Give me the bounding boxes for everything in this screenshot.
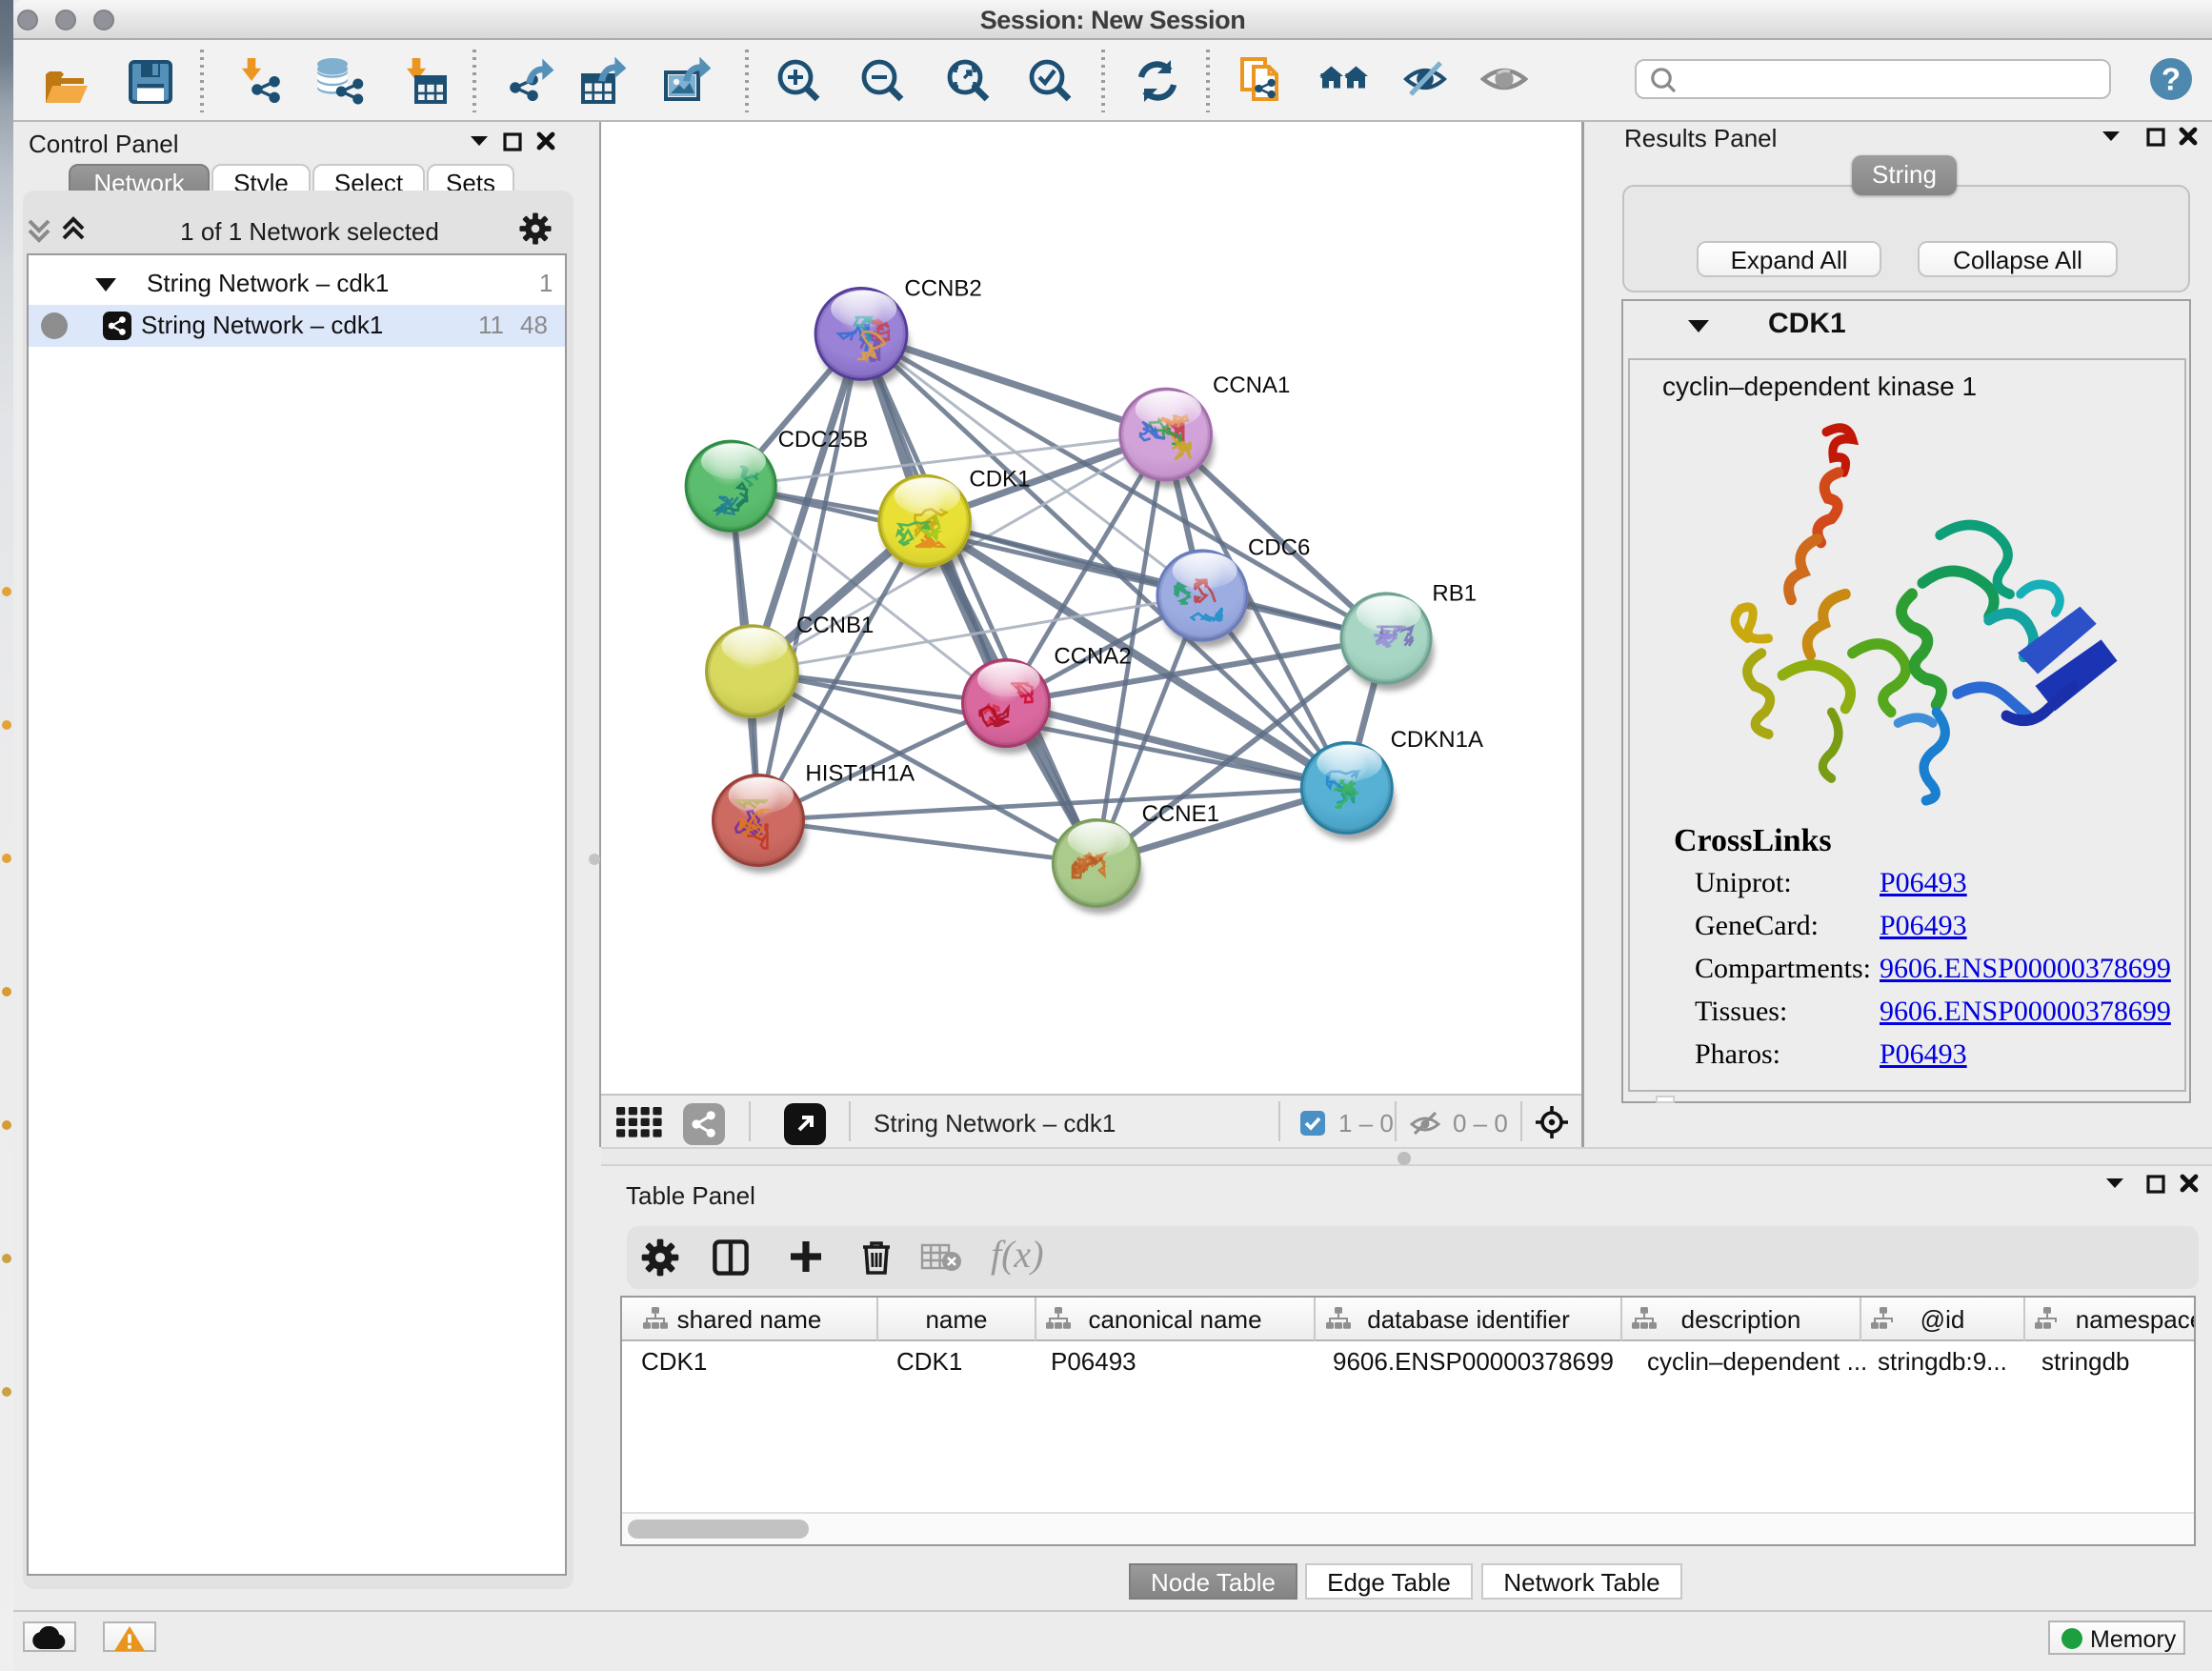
svg-text:CCNB1: CCNB1 [796,613,874,638]
svg-text:CCNA2: CCNA2 [1054,643,1131,669]
svg-text:CDKN1A: CDKN1A [1391,727,1483,753]
svg-text:HIST1H1A: HIST1H1A [805,760,915,786]
svg-text:CCNA1: CCNA1 [1213,372,1290,398]
svg-text:CDC25B: CDC25B [778,427,869,453]
svg-text:CCNE1: CCNE1 [1142,801,1219,827]
svg-text:CDC6: CDC6 [1248,534,1310,560]
svg-text:?: ? [2162,61,2181,96]
svg-text:RB1: RB1 [1432,580,1477,606]
svg-text:CDK1: CDK1 [969,467,1030,493]
svg-text:CCNB2: CCNB2 [904,275,981,301]
